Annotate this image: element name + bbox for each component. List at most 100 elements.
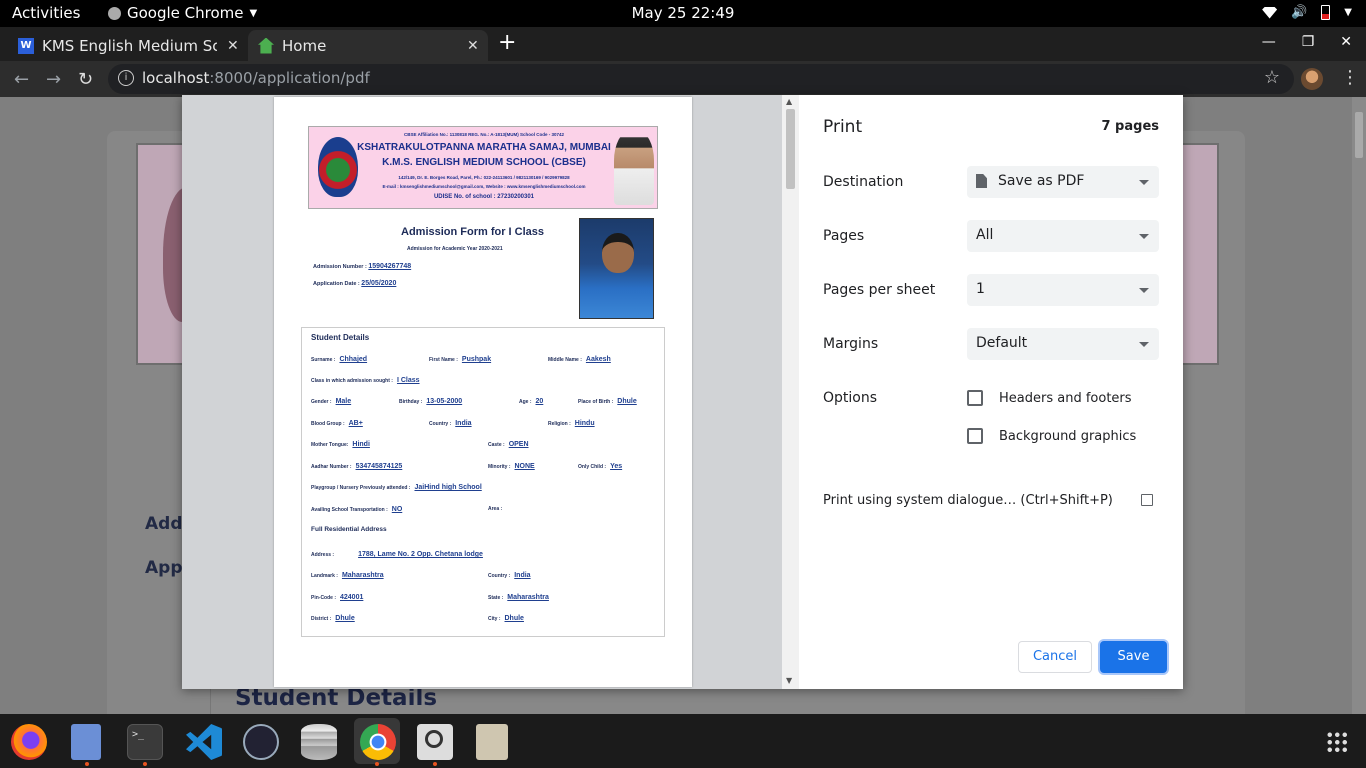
address-bar[interactable]: i localhost:8000/application/pdf ☆ [108, 64, 1294, 94]
field-city: City : Dhule [488, 615, 524, 622]
admission-number: Admission Number : 15904267748 [313, 263, 412, 270]
top-bar: Activities Google Chrome ▼ May 25 22:49 … [0, 0, 1366, 27]
volume-icon: 🔊 [1291, 5, 1308, 20]
field-place-of-birth: Place of Birth : Dhule [578, 398, 637, 405]
reload-icon[interactable]: ↻ [78, 69, 93, 90]
field-address: Address :1788, Lame No. 2 Opp. Chetana l… [311, 551, 483, 558]
system-dialog-link[interactable]: Print using system dialogue… (Ctrl+Shift… [823, 493, 1113, 508]
field-first-name: First Name : Pushpak [429, 356, 492, 363]
field-birthday: Birthday :13-05-2000 [399, 398, 463, 405]
margins-label: Margins [823, 336, 879, 352]
pages-per-sheet-label: Pages per sheet [823, 282, 936, 298]
power-menu-icon: ▼ [1344, 7, 1352, 18]
firefox-icon[interactable] [11, 724, 47, 760]
info-icon[interactable]: i [118, 70, 134, 86]
scroll-down-icon[interactable]: ▼ [786, 676, 792, 685]
minimize-icon[interactable]: — [1262, 34, 1276, 50]
close-window-icon[interactable]: ✕ [1340, 34, 1352, 50]
field-pincode: Pin-Code :424001 [311, 594, 364, 601]
tab-kms[interactable]: W KMS English Medium School ✕ [0, 30, 246, 61]
background-graphics-checkbox[interactable] [967, 428, 983, 444]
margins-select[interactable]: Default [967, 328, 1159, 360]
open-external-icon[interactable] [1141, 494, 1153, 506]
field-minority: Minority : NONE [488, 463, 535, 470]
student-details-box: Student Details Surname : Chhajed First N… [301, 327, 665, 637]
back-icon[interactable]: ← [14, 69, 29, 90]
field-class: Class in which admission sought :I Class [311, 377, 420, 384]
clock[interactable]: May 25 22:49 [0, 4, 1366, 22]
student-details-title: Student Details [311, 333, 370, 342]
maximize-icon[interactable]: ❐ [1302, 34, 1315, 50]
app-grid-icon[interactable] [1326, 731, 1348, 753]
pages-per-sheet-select[interactable]: 1 [967, 274, 1159, 306]
background-graphics-label[interactable]: Background graphics [999, 429, 1136, 444]
options-label: Options [823, 390, 878, 406]
student-photo [579, 218, 654, 319]
tab-title: KMS English Medium School [42, 36, 217, 55]
field-aadhar: Aadhar Number :534745874125 [311, 463, 403, 470]
dialog-title: Print [823, 117, 863, 137]
lh-line2: KSHATRAKULOTPANNA MARATHA SAMAJ, MUMBAI [357, 142, 611, 153]
page-scrollbar[interactable] [1352, 97, 1366, 714]
field-only-child: Only Child : Yes [578, 463, 623, 470]
destination-value: Save as PDF [998, 173, 1085, 189]
running-indicator [143, 762, 147, 766]
pages-value: All [976, 227, 994, 243]
field-surname: Surname : Chhajed [311, 356, 368, 363]
profile-avatar[interactable] [1301, 68, 1323, 90]
address-section-title: Full Residential Address [311, 526, 387, 533]
field-country-2: Country : India [488, 572, 531, 579]
field-mother-tongue: Mother Tongue: Hindi [311, 441, 370, 448]
print-preview: CBSE Affiliation No.: 1130818 REG. No.: … [182, 95, 799, 689]
image-viewer-icon[interactable] [417, 724, 453, 760]
page-count: 7 pages [1101, 119, 1159, 134]
print-settings: Print 7 pages Destination Save as PDF Pa… [799, 95, 1183, 689]
dropdown-arrow-icon [1139, 342, 1149, 347]
document-icon [976, 174, 987, 188]
database-icon[interactable] [301, 724, 337, 760]
scroll-thumb[interactable] [786, 109, 795, 189]
chrome-icon[interactable] [360, 724, 396, 760]
battery-icon [1321, 5, 1331, 20]
field-gender: Gender : Male [311, 398, 352, 405]
field-country: Country : India [429, 420, 472, 427]
system-tray[interactable]: 🔊 ▼ [1262, 5, 1352, 20]
form-subtitle: Admission for Academic Year 2020-2021 [407, 246, 503, 252]
window-controls: — ❐ ✕ [1262, 34, 1352, 50]
bookmark-star-icon[interactable]: ☆ [1264, 67, 1280, 88]
headers-footers-label[interactable]: Headers and footers [999, 391, 1132, 406]
field-district: District : Dhule [311, 615, 355, 622]
headers-footers-checkbox[interactable] [967, 390, 983, 406]
tab-home[interactable]: Home ✕ [248, 30, 488, 61]
lh-line4: 142/149, Dr. E. Borges Road, Parel, Ph.:… [398, 175, 570, 180]
menu-kebab-icon[interactable]: ⋮ [1341, 67, 1359, 88]
archive-icon[interactable] [476, 724, 508, 760]
new-tab-button[interactable]: + [498, 30, 516, 55]
pages-per-sheet-value: 1 [976, 281, 985, 297]
print-dialog: CBSE Affiliation No.: 1130818 REG. No.: … [182, 95, 1183, 689]
running-indicator [85, 762, 89, 766]
save-button[interactable]: Save [1100, 641, 1167, 673]
close-tab-icon[interactable]: ✕ [227, 38, 239, 54]
close-tab-icon[interactable]: ✕ [467, 38, 479, 54]
pages-select[interactable]: All [967, 220, 1159, 252]
preview-scrollbar[interactable]: ▲ ▼ [782, 95, 799, 689]
destination-label: Destination [823, 174, 904, 190]
cancel-button[interactable]: Cancel [1018, 641, 1092, 673]
lh-line5: E-mail : kmsenglishmediumschool@gmail.co… [382, 184, 586, 189]
scroll-up-icon[interactable]: ▲ [786, 97, 792, 106]
forward-icon[interactable]: → [46, 69, 61, 90]
network-icon[interactable] [243, 724, 279, 760]
running-indicator [433, 762, 437, 766]
desktop: Activities Google Chrome ▼ May 25 22:49 … [0, 0, 1366, 768]
field-caste: Caste : OPEN [488, 441, 529, 448]
field-blood-group: Blood Group : AB+ [311, 420, 363, 427]
lh-line6: UDISE No. of school : 27230200301 [433, 194, 535, 200]
margins-value: Default [976, 335, 1028, 351]
lh-line1: CBSE Affiliation No.: 1130818 REG. No.: … [404, 132, 564, 137]
vscode-icon[interactable] [186, 724, 222, 760]
form-title: Admission Form for I Class [401, 226, 545, 238]
destination-select[interactable]: Save as PDF [967, 166, 1159, 198]
terminal-icon[interactable]: >_ [127, 724, 163, 760]
files-icon[interactable] [71, 724, 101, 760]
